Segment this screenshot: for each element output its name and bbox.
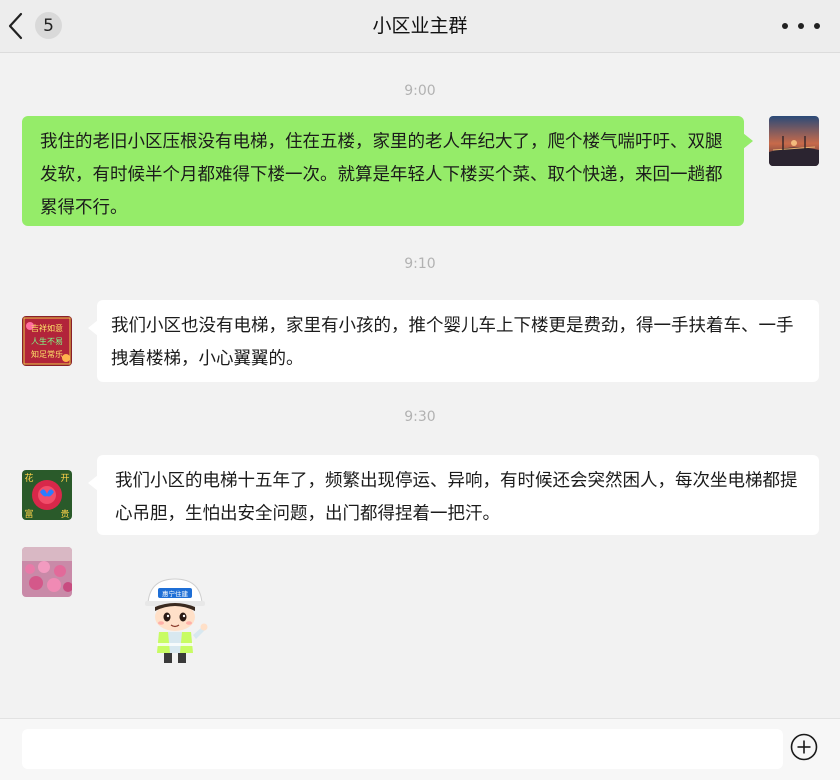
chevron-left-icon: [8, 12, 23, 40]
timestamp: 9:10: [404, 256, 436, 272]
pink-flower-field-avatar[interactable]: [22, 547, 72, 597]
avatar-image: [22, 547, 72, 597]
input-bar: [0, 718, 840, 780]
svg-text:人生不易: 人生不易: [31, 336, 63, 346]
svg-text:开: 开: [60, 473, 69, 484]
more-options-button[interactable]: [782, 16, 820, 36]
timestamp: 9:30: [404, 409, 436, 425]
message-bubble-sent[interactable]: 我住的老旧小区压根没有电梯，住在五楼，家里的老人年纪大了，爬个楼气喘吁吁、双腿发…: [22, 116, 753, 226]
unread-count-badge[interactable]: 5: [35, 12, 62, 39]
svg-text:惠宁住建: 惠宁住建: [162, 589, 189, 598]
message-bubble-received[interactable]: 我们小区也没有电梯，家里有小孩的，推个婴儿车上下楼更是费劲，得一手扶着车、一手拽…: [88, 300, 819, 382]
plus-circle-icon: [790, 733, 818, 761]
svg-text:知足常乐: 知足常乐: [31, 349, 63, 359]
worker-helmet-sticker[interactable]: 惠宁住建: [140, 575, 210, 667]
red-text-greeting-avatar[interactable]: 吉祥如意 人生不易 知足常乐: [22, 316, 72, 366]
avatar-image: 吉祥如意 人生不易 知足常乐: [22, 316, 72, 366]
svg-text:贵: 贵: [60, 508, 69, 520]
flower-butterfly-avatar[interactable]: 花 开 富 贵: [22, 470, 72, 520]
sticker-image: 惠宁住建: [145, 578, 208, 663]
message-input[interactable]: [22, 729, 783, 769]
back-button[interactable]: [4, 9, 28, 43]
more-dots-icon: [782, 23, 788, 29]
chat-title: 小区业主群: [372, 15, 468, 37]
message-bubble-received[interactable]: 我们小区的电梯十五年了，频繁出现停运、异响，有时候还会突然困人，每次坐电梯都提心…: [88, 455, 819, 535]
timestamp: 9:00: [404, 83, 436, 99]
svg-text:富: 富: [24, 508, 33, 520]
sunset-bridge-avatar[interactable]: [769, 116, 819, 166]
avatar-image: [769, 116, 819, 166]
add-attachment-button[interactable]: [790, 733, 818, 761]
svg-text:花: 花: [24, 472, 33, 484]
avatar-image: 花 开 富 贵: [22, 470, 72, 520]
svg-text:吉祥如意: 吉祥如意: [31, 323, 63, 333]
chat-header: 5 小区业主群: [0, 0, 840, 53]
